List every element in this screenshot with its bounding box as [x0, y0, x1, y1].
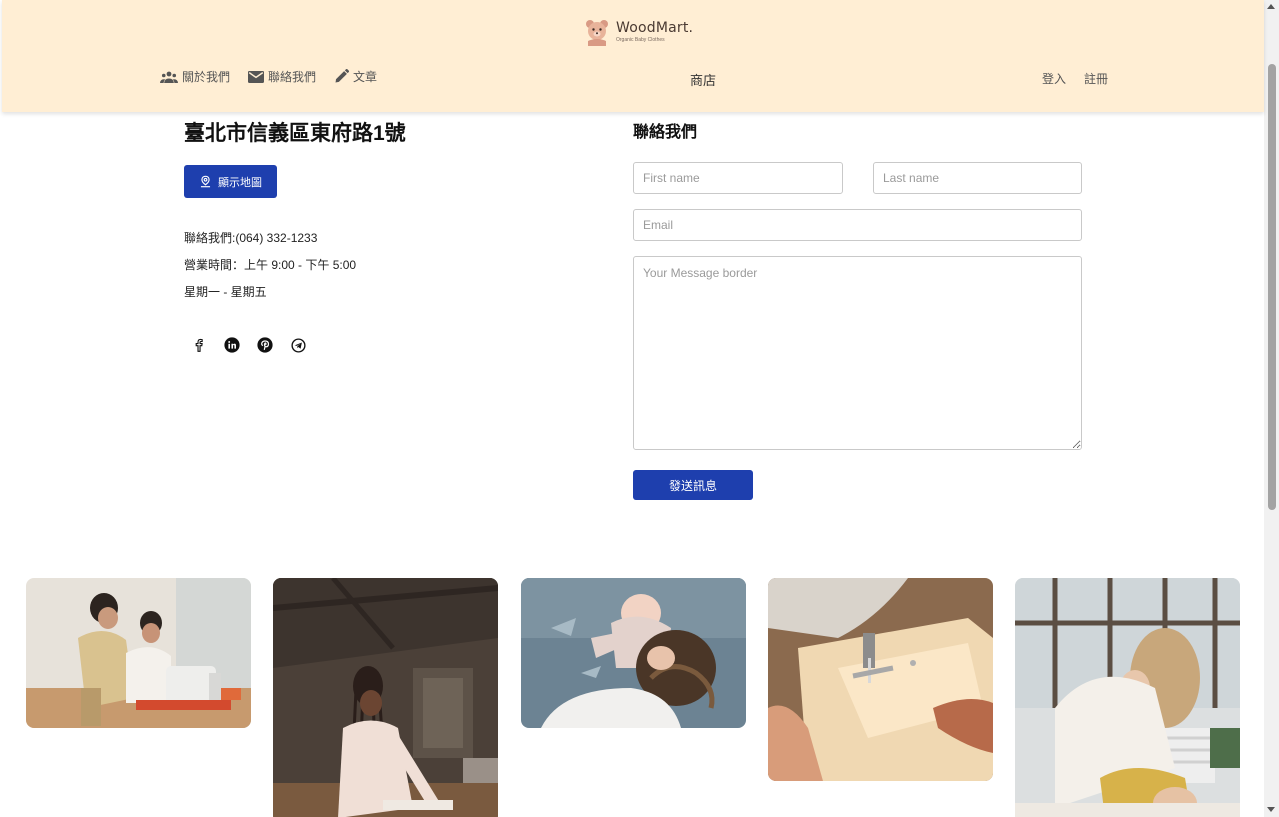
account-nav: 登入 註冊 [1042, 70, 1108, 87]
mother-and-baby-photo [521, 578, 746, 728]
address-title: 臺北市信義區東府路1號 [184, 122, 406, 145]
nav-shop[interactable]: 商店 [690, 70, 716, 89]
page-scrollbar[interactable] [1264, 0, 1279, 817]
nav-articles-label: 文章 [353, 70, 378, 84]
site-header: WoodMart. Organic Baby Clothes 關於我們 聯絡我們 [2, 0, 1264, 112]
nav-about[interactable]: 關於我們 [160, 68, 230, 85]
show-map-button[interactable]: 顯示地圖 [184, 165, 277, 198]
contact-form-title: 聯絡我們 [633, 124, 698, 141]
pencil-icon [335, 69, 350, 83]
business-days: 星期一 - 星期五 [184, 285, 267, 299]
brand-tagline: Organic Baby Clothes [616, 37, 665, 43]
sewing-machine-closeup-photo [768, 578, 993, 781]
pinterest-icon[interactable] [257, 337, 273, 353]
primary-nav: 關於我們 聯絡我們 文章 [160, 68, 377, 85]
nav-articles[interactable]: 文章 [334, 68, 377, 85]
social-links [191, 337, 306, 353]
register-link[interactable]: 註冊 [1084, 70, 1108, 87]
send-message-button[interactable]: 發送訊息 [633, 470, 753, 500]
last-name-input[interactable] [873, 162, 1082, 194]
contact-phone: 聯絡我們:(064) 332-1233 [184, 231, 318, 245]
tailor-woman-photo [273, 578, 498, 817]
email-input[interactable] [633, 209, 1082, 241]
people-icon [160, 71, 178, 83]
first-name-input[interactable] [633, 162, 843, 194]
mother-dressing-baby-photo [1015, 578, 1240, 817]
brand-logo[interactable]: WoodMart. Organic Baby Clothes [582, 17, 693, 47]
bear-logo-icon [586, 20, 608, 46]
brand-name: WoodMart. [616, 20, 694, 36]
login-link[interactable]: 登入 [1042, 70, 1066, 87]
scroll-down-icon[interactable] [1267, 807, 1275, 812]
telegram-icon[interactable] [290, 337, 306, 353]
nav-about-label: 關於我們 [182, 70, 231, 84]
scrollbar-thumb[interactable] [1268, 64, 1276, 510]
message-textarea[interactable] [633, 256, 1082, 450]
nav-contact[interactable]: 聯絡我們 [248, 68, 316, 85]
business-hours: 營業時間：上午 9:00 - 下午 5:00 [184, 258, 357, 272]
facebook-icon[interactable] [191, 337, 207, 353]
location-pin-icon [200, 175, 211, 188]
mail-icon [248, 70, 265, 83]
scroll-up-icon[interactable] [1267, 4, 1275, 9]
nav-contact-label: 聯絡我們 [268, 70, 317, 84]
show-map-label: 顯示地圖 [218, 176, 262, 189]
linkedin-icon[interactable] [224, 337, 240, 353]
sewing-workshop-photo [26, 578, 251, 728]
